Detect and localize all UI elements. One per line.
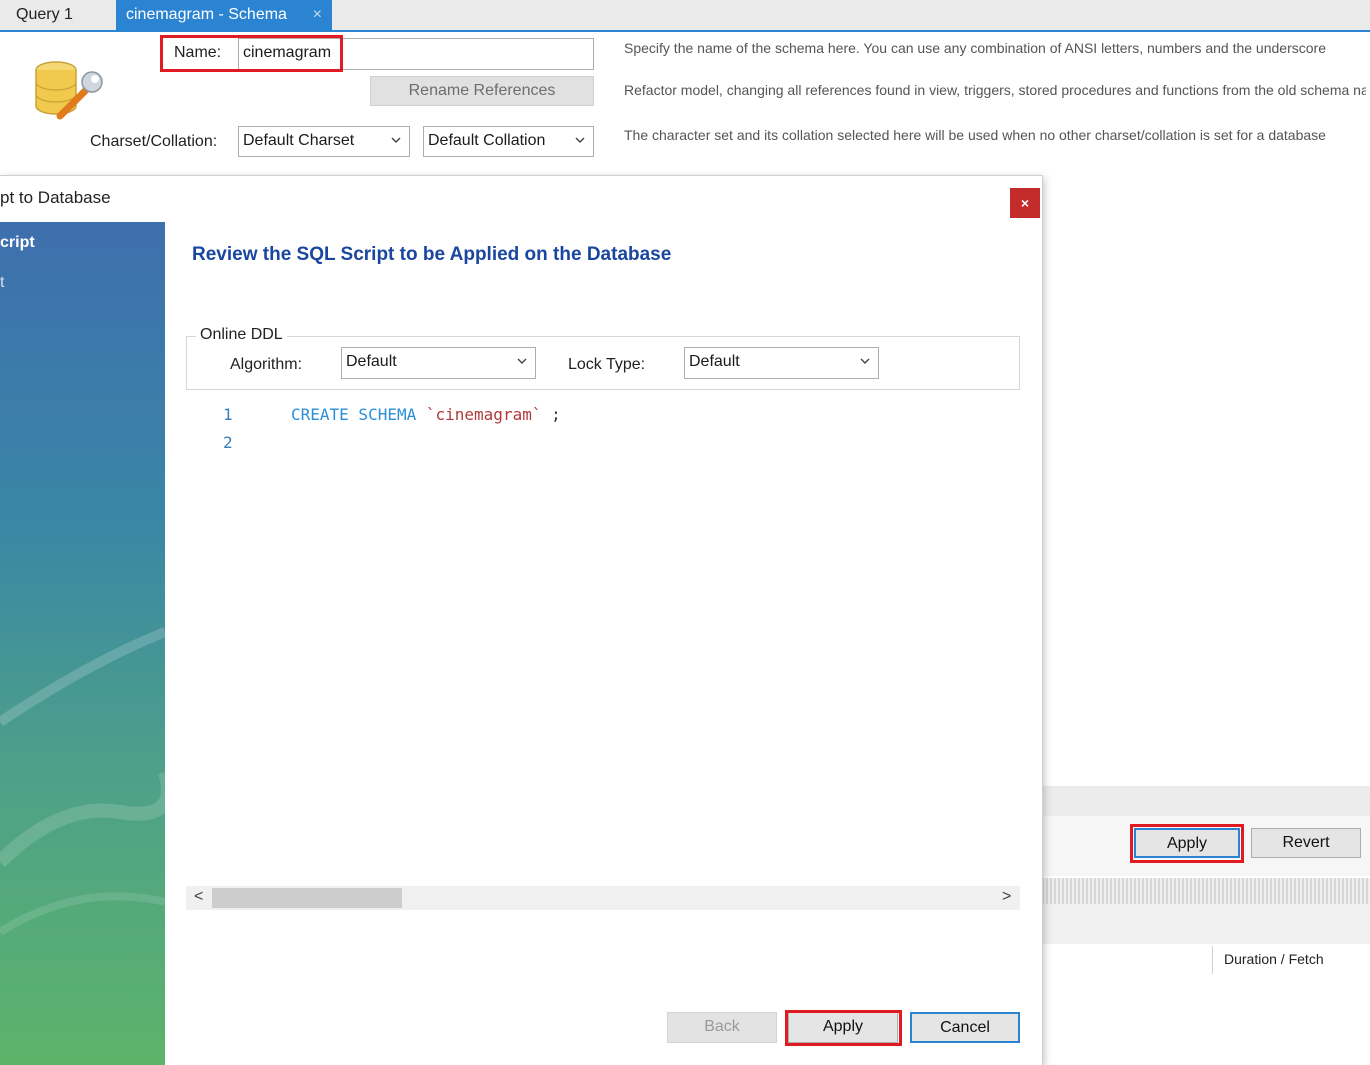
lock-type-select[interactable]: Default (684, 347, 879, 379)
back-button[interactable]: Back (667, 1012, 777, 1043)
line-number: 2 (223, 433, 233, 452)
horizontal-scrollbar[interactable]: < > (186, 886, 1020, 910)
code-line: CREATE SCHEMA `cinemagram` ; (291, 405, 561, 424)
algorithm-label: Algorithm: (230, 356, 303, 373)
highlight-name-box (160, 35, 343, 72)
cancel-button[interactable]: Cancel (910, 1012, 1020, 1043)
highlight-apply-button (785, 1010, 902, 1046)
close-icon[interactable]: × (1010, 188, 1040, 218)
chevron-down-icon (860, 358, 870, 364)
duration-fetch-header[interactable]: Duration / Fetch (1224, 951, 1324, 967)
tab-bar: Query 1 cinemagram - Schema × (0, 0, 1370, 32)
decorative-swoosh (0, 627, 165, 936)
scrollbar-thumb[interactable] (212, 888, 402, 908)
highlight-bg-apply (1130, 824, 1244, 863)
chevron-down-icon (575, 137, 585, 143)
collation-select[interactable]: Default Collation (423, 126, 594, 157)
column-divider (1212, 946, 1213, 974)
lock-type-label: Lock Type: (568, 356, 646, 373)
scroll-right-arrow-icon[interactable]: > (1002, 888, 1011, 906)
charset-hint: The character set and its collation sele… (624, 127, 1326, 143)
close-icon[interactable]: × (313, 0, 322, 30)
bg-toolbar-strip (1042, 786, 1370, 816)
chevron-down-icon (517, 358, 527, 364)
refactor-hint: Refactor model, changing all references … (624, 82, 1366, 98)
splitter-handle[interactable] (1042, 878, 1370, 904)
database-wrench-icon (35, 61, 103, 120)
tab-schema[interactable]: cinemagram - Schema × (116, 0, 332, 30)
bg-output-toolbar (1042, 904, 1370, 944)
online-ddl-legend: Online DDL (196, 326, 287, 344)
apply-sql-dialog: pt to Database × cript t Review the SQL … (0, 176, 1042, 1065)
sidebar-item-review-script: cript (0, 234, 35, 251)
line-number: 1 (223, 405, 233, 424)
dialog-title: pt to Database (0, 188, 111, 207)
charset-collation-label: Charset/Collation: (90, 133, 218, 150)
scroll-left-arrow-icon[interactable]: < (194, 888, 203, 906)
bg-revert-button[interactable]: Revert (1251, 828, 1361, 858)
wizard-sidebar: cript t (0, 222, 165, 1065)
chevron-down-icon (391, 137, 401, 143)
sidebar-item-apply: t (0, 274, 5, 291)
tab-query-1[interactable]: Query 1 (4, 0, 112, 30)
dialog-heading: Review the SQL Script to be Applied on t… (192, 244, 672, 265)
algorithm-select[interactable]: Default (341, 347, 536, 379)
charset-select[interactable]: Default Charset (238, 126, 410, 157)
name-hint: Specify the name of the schema here. You… (624, 40, 1326, 56)
rename-references-button[interactable]: Rename References (370, 76, 594, 106)
sql-script-editor[interactable]: 1 CREATE SCHEMA `cinemagram` ; 2 (186, 398, 1020, 1058)
